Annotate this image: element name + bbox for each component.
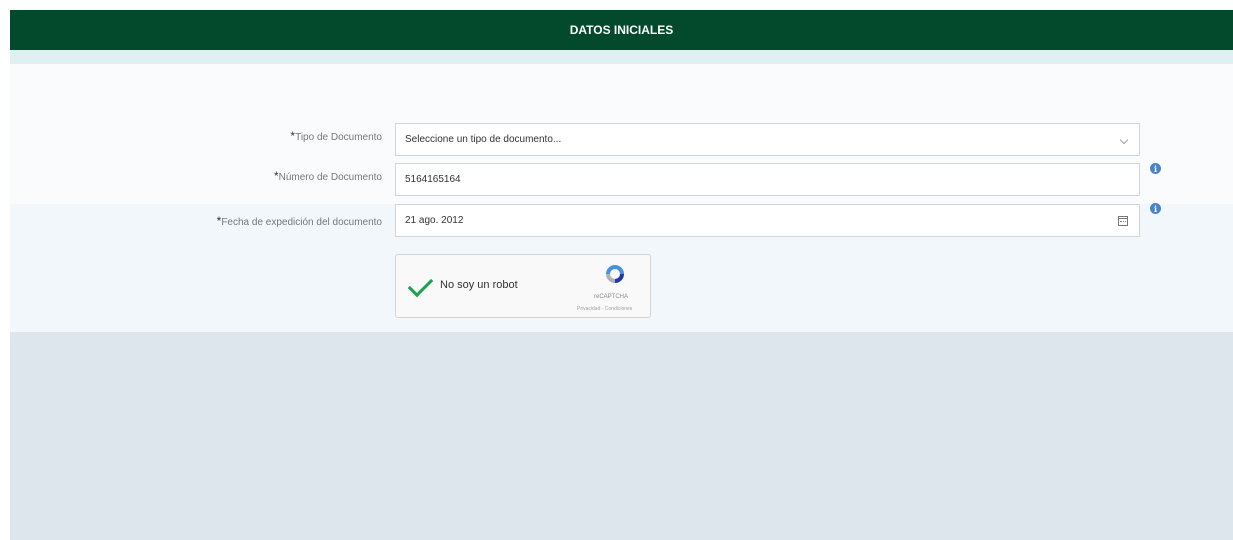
recaptcha-widget[interactable]: No soy un robot reCAPTCHA Privacidad - C… xyxy=(395,254,651,318)
header-divider-strip xyxy=(10,50,1233,64)
tipo-documento-label: *Tipo de Documento xyxy=(290,129,382,143)
numero-documento-input[interactable]: 5164165164 xyxy=(395,163,1140,196)
recaptcha-logo-icon xyxy=(606,265,624,283)
tipo-documento-value: Seleccione un tipo de documento... xyxy=(405,134,562,145)
bottom-panel xyxy=(10,332,1233,540)
section-title: DATOS INICIALES xyxy=(569,23,674,37)
captcha-label: No soy un robot xyxy=(440,279,518,291)
checkmark-icon[interactable] xyxy=(407,271,434,298)
info-icon[interactable]: i xyxy=(1150,163,1161,174)
numero-documento-label: *Número de Documento xyxy=(273,169,382,183)
fecha-expedicion-input[interactable]: 21 ago. 2012 xyxy=(395,204,1140,237)
calendar-icon[interactable] xyxy=(1118,216,1128,226)
info-icon[interactable]: i xyxy=(1150,203,1161,214)
recaptcha-brand: reCAPTCHA xyxy=(594,294,629,300)
fecha-expedicion-value: 21 ago. 2012 xyxy=(405,215,464,226)
section-header: DATOS INICIALES xyxy=(10,10,1233,50)
recaptcha-terms-link[interactable]: Privacidad - Condiciones xyxy=(577,306,632,312)
fecha-expedicion-label: *Fecha de expedición del documento xyxy=(216,214,382,228)
numero-documento-value: 5164165164 xyxy=(405,174,461,185)
tipo-documento-select[interactable]: Seleccione un tipo de documento... xyxy=(395,123,1140,156)
chevron-down-icon[interactable] xyxy=(1119,135,1129,145)
